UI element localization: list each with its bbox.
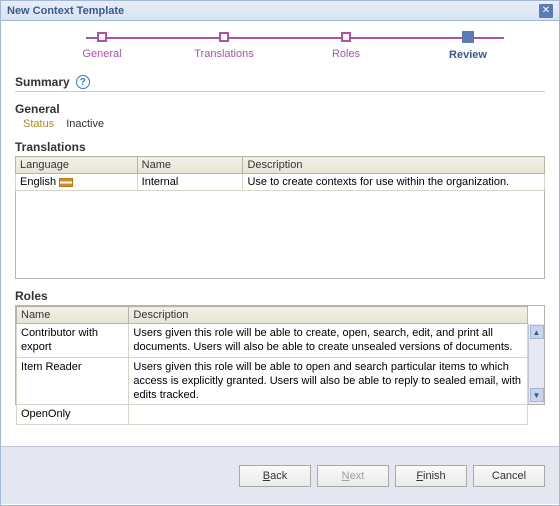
status-label: Status	[23, 118, 54, 130]
translations-table: Language Name Description English Intern…	[15, 156, 545, 191]
summary-heading: Summary ?	[15, 75, 545, 92]
step-general[interactable]: General	[41, 32, 163, 60]
step-box-icon	[462, 31, 474, 43]
back-button[interactable]: Back	[239, 465, 311, 487]
cell-role-desc: Users given this role will be able to op…	[129, 357, 528, 405]
cell-role-name: Item Reader	[17, 357, 129, 405]
cancel-button[interactable]: Cancel	[473, 465, 545, 487]
scroll-down-icon[interactable]: ▼	[530, 388, 544, 402]
cell-language: English	[16, 174, 138, 191]
content-area: Summary ? General Status Inactive Transl…	[1, 71, 559, 446]
roles-table-wrap: Name Description Contributor with export…	[15, 305, 545, 405]
step-label: Roles	[285, 48, 407, 60]
step-roles[interactable]: Roles	[285, 32, 407, 60]
step-translations[interactable]: Translations	[163, 32, 285, 60]
roles-scrollbar[interactable]: ▲ ▼	[528, 324, 544, 404]
titlebar: New Context Template ✕	[1, 1, 559, 21]
cell-role-desc	[129, 405, 528, 424]
table-row[interactable]: Contributor with export Users given this…	[17, 324, 528, 358]
cell-role-name: OpenOnly	[17, 405, 129, 424]
step-box-icon	[97, 32, 107, 42]
status-row: Status Inactive	[15, 118, 545, 130]
section-general-heading: General	[15, 102, 545, 116]
status-value: Inactive	[66, 118, 104, 130]
step-box-icon	[341, 32, 351, 42]
translations-empty-area	[15, 191, 545, 279]
step-label: Review	[407, 49, 529, 61]
finish-button[interactable]: Finish	[395, 465, 467, 487]
step-review[interactable]: Review	[407, 31, 529, 61]
cell-name: Internal	[137, 174, 243, 191]
cell-role-name: Contributor with export	[17, 324, 129, 358]
close-button[interactable]: ✕	[539, 4, 553, 18]
step-label: Translations	[163, 48, 285, 60]
button-bar: Back Next Finish Cancel	[1, 446, 559, 504]
lang-text: English	[20, 176, 56, 188]
step-box-icon	[219, 32, 229, 42]
roles-table: Name Description Contributor with export…	[16, 306, 528, 425]
cell-description: Use to create contexts for use within th…	[243, 174, 545, 191]
section-roles-heading: Roles	[15, 289, 545, 303]
flag-icon	[59, 178, 73, 187]
help-icon[interactable]: ?	[76, 75, 90, 89]
col-role-description[interactable]: Description	[129, 307, 528, 324]
dialog-title: New Context Template	[7, 5, 124, 17]
col-language[interactable]: Language	[16, 157, 138, 174]
table-row[interactable]: OpenOnly	[17, 405, 528, 424]
summary-label: Summary	[15, 75, 70, 89]
col-role-name[interactable]: Name	[17, 307, 129, 324]
col-description[interactable]: Description	[243, 157, 545, 174]
next-button: Next	[317, 465, 389, 487]
section-translations-heading: Translations	[15, 140, 545, 154]
col-name[interactable]: Name	[137, 157, 243, 174]
table-row[interactable]: English Internal Use to create contexts …	[16, 174, 545, 191]
scroll-up-icon[interactable]: ▲	[530, 325, 544, 339]
step-label: General	[41, 48, 163, 60]
wizard-steps: General Translations Roles Review	[1, 21, 559, 71]
cell-role-desc: Users given this role will be able to cr…	[129, 324, 528, 358]
table-row[interactable]: Item Reader Users given this role will b…	[17, 357, 528, 405]
